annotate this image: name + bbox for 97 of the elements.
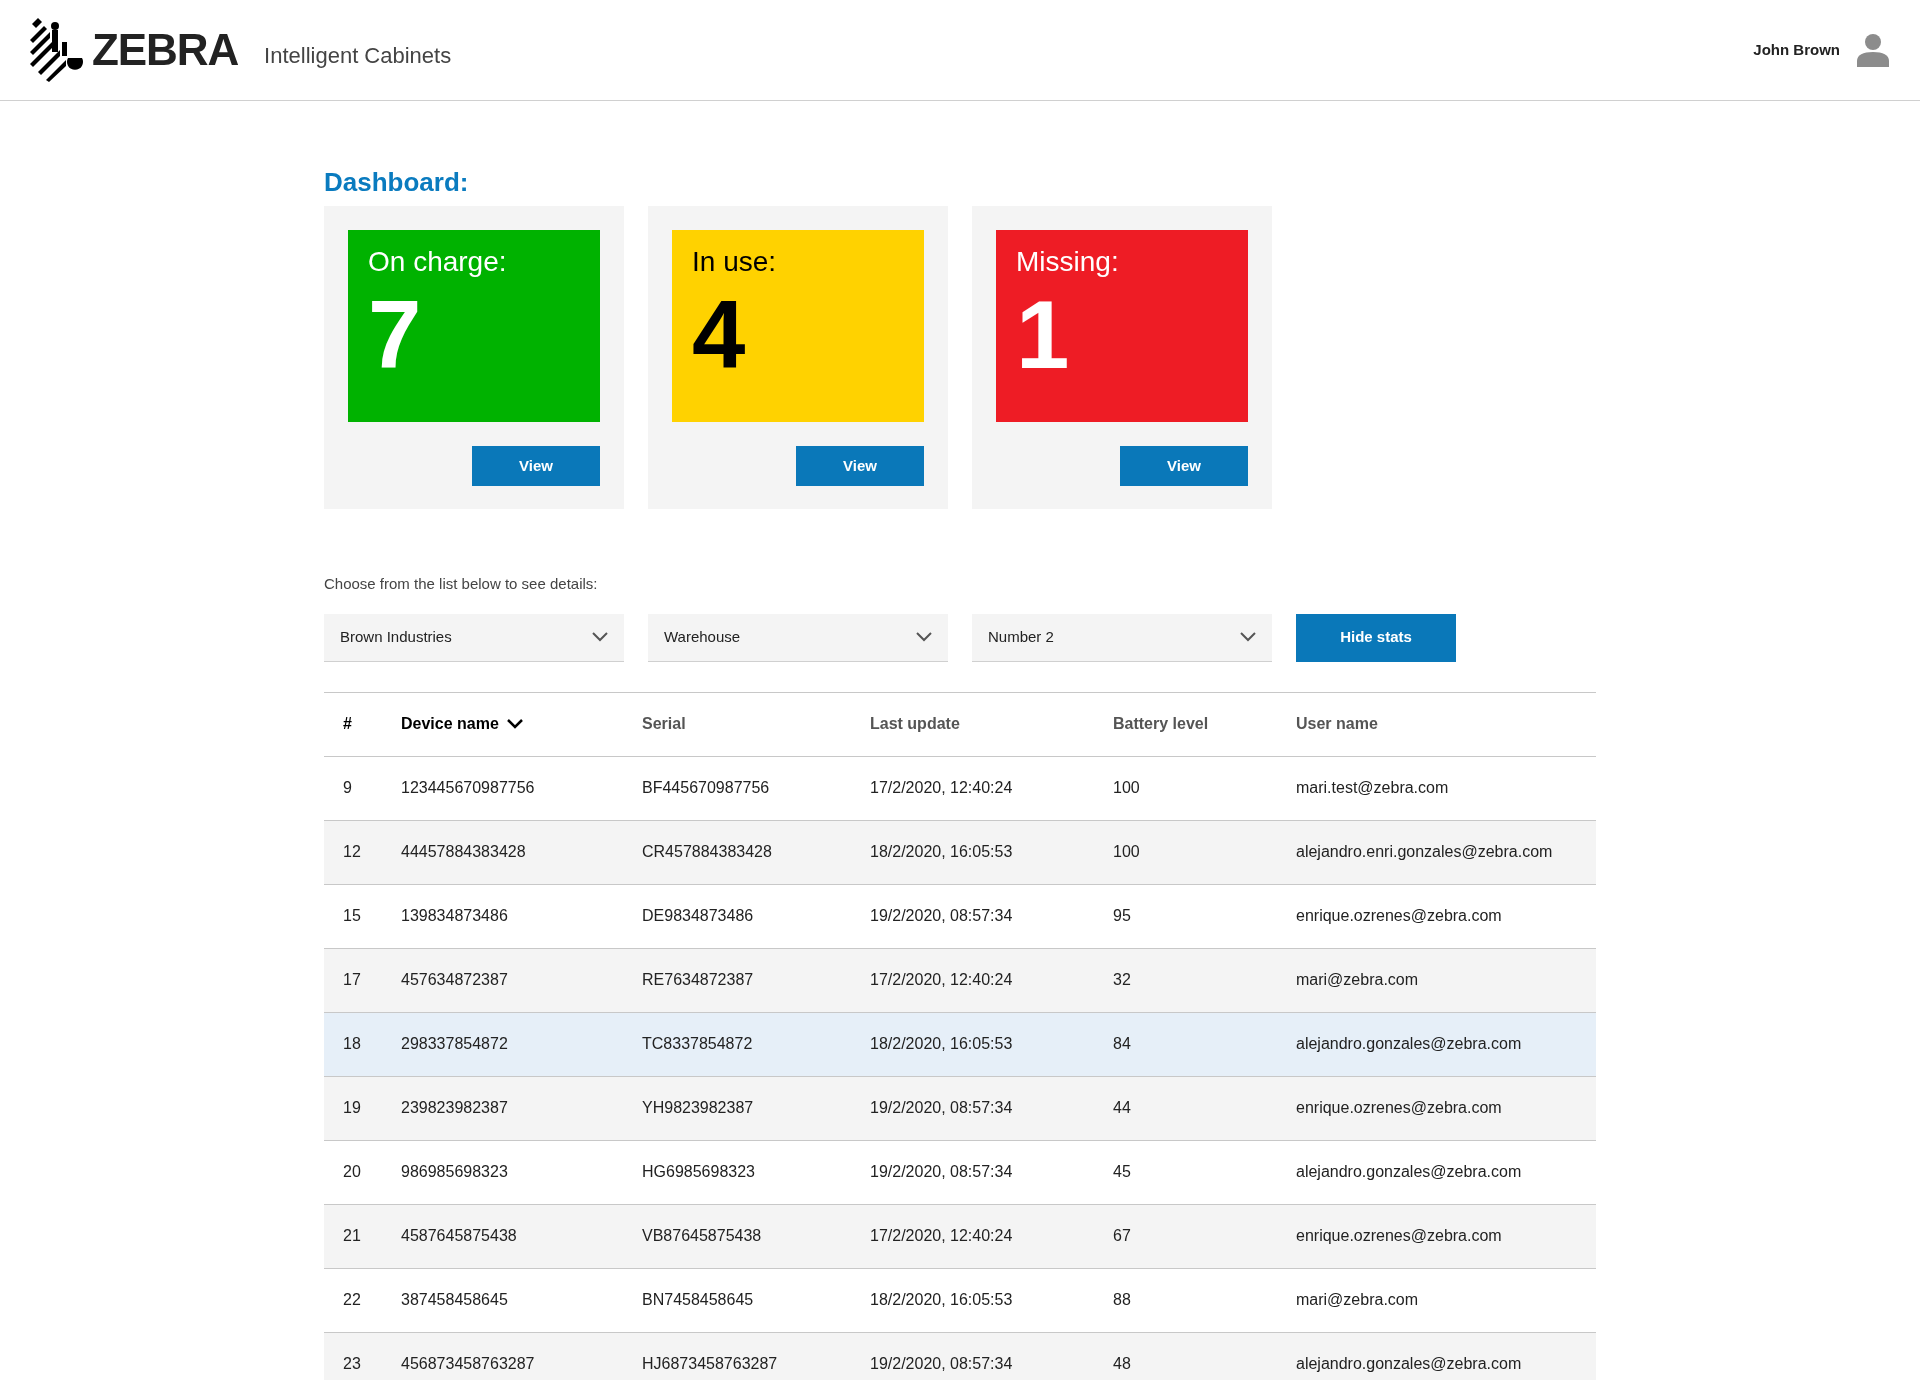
table-cell: TC8337854872 — [642, 1035, 753, 1052]
table-cell: 19/2/2020, 08:57:34 — [870, 1163, 1013, 1180]
hide-stats-button[interactable]: Hide stats — [1296, 613, 1456, 662]
table-cell: 239823982387 — [401, 1099, 508, 1116]
table-row[interactable]: 23 456873458763287 HJ6873458763287 19/2/2020, 08:57:34 48 alejandro.gonzales@zebra.com — [324, 1332, 1596, 1380]
table-cell: enrique.ozrenes@zebra.com — [1296, 907, 1502, 924]
table-row[interactable]: 17 457634872387 RE7634872387 17/2/2020, 12:40:24 32 mari@zebra.com — [324, 948, 1596, 1012]
user-avatar-icon[interactable] — [1856, 33, 1890, 67]
stat-count: 4 — [692, 287, 746, 383]
column-header[interactable]: # — [343, 712, 352, 736]
column-header[interactable]: Last update — [870, 712, 960, 736]
table-cell: 100 — [1113, 843, 1140, 860]
table-cell: HG6985698323 — [642, 1163, 755, 1180]
column-header[interactable]: Battery level — [1113, 712, 1209, 736]
table-cell: 48 — [1113, 1355, 1131, 1372]
table-cell: 84 — [1113, 1035, 1131, 1052]
table-cell: 387458458645 — [401, 1291, 508, 1308]
view-button[interactable]: View — [1120, 446, 1248, 486]
chevron-down-icon — [916, 632, 932, 642]
table-cell: alejandro.gonzales@zebra.com — [1296, 1163, 1522, 1180]
table-cell: HJ6873458763287 — [642, 1355, 778, 1372]
table-cell: 15 — [343, 907, 361, 924]
table-cell: CR457884383428 — [642, 843, 772, 860]
dropdown[interactable]: Brown Industries — [324, 613, 624, 662]
table-row[interactable]: 20 986985698323 HG6985698323 19/2/2020, 08:57:34 45 alejandro.gonzales@zebra.com — [324, 1140, 1596, 1204]
table-cell: 100 — [1113, 779, 1140, 796]
app-name: Intelligent Cabinets — [264, 41, 452, 70]
table-row[interactable]: 19 239823982387 YH9823982387 19/2/2020, 08:57:34 44 enrique.ozrenes@zebra.com — [324, 1076, 1596, 1140]
dropdown[interactable]: Number 2 — [972, 613, 1272, 662]
table-cell: 18/2/2020, 16:05:53 — [870, 1035, 1013, 1052]
table-cell: alejandro.gonzales@zebra.com — [1296, 1355, 1522, 1372]
table-cell: DE9834873486 — [642, 907, 754, 924]
table-cell: 456873458763287 — [401, 1355, 535, 1372]
table-row[interactable]: 21 4587645875438 VB87645875438 17/2/2020, 12:40:24 67 enrique.ozrenes@zebra.com — [324, 1204, 1596, 1268]
view-button[interactable]: View — [472, 446, 600, 486]
table-cell: mari@zebra.com — [1296, 1291, 1419, 1308]
table-cell: YH9823982387 — [642, 1099, 754, 1116]
table-cell: 298337854872 — [401, 1035, 508, 1052]
filter-hint: Choose from the list below to see details: — [324, 574, 599, 594]
table-cell: 4587645875438 — [401, 1227, 517, 1244]
table-cell: 19 — [343, 1099, 361, 1116]
table-cell: 457634872387 — [401, 971, 508, 988]
table-cell: 18/2/2020, 16:05:53 — [870, 843, 1013, 860]
table-cell: enrique.ozrenes@zebra.com — [1296, 1099, 1502, 1116]
table-cell: 19/2/2020, 08:57:34 — [870, 1355, 1013, 1372]
chevron-down-icon — [592, 632, 608, 642]
table-cell: 986985698323 — [401, 1163, 508, 1180]
table-cell: 123445670987756 — [401, 779, 535, 796]
table-cell: 17 — [343, 971, 361, 988]
table-cell: 12 — [343, 843, 361, 860]
brand-logo-text: ZEBRA — [92, 28, 239, 72]
table-cell: alejandro.enri.gonzales@zebra.com — [1296, 843, 1553, 860]
table-cell: 44457884383428 — [401, 843, 526, 860]
table-cell: BN7458458645 — [642, 1291, 754, 1308]
table-cell: 44 — [1113, 1099, 1131, 1116]
column-header[interactable]: Serial — [642, 712, 686, 736]
stat-label: Missing: — [1016, 245, 1119, 279]
table-cell: 18/2/2020, 16:05:53 — [870, 1291, 1013, 1308]
table-cell: 17/2/2020, 12:40:24 — [870, 971, 1013, 988]
table-row[interactable]: 22 387458458645 BN7458458645 18/2/2020, 16:05:53 88 mari@zebra.com — [324, 1268, 1596, 1332]
table-cell: 88 — [1113, 1291, 1131, 1308]
table-cell: 45 — [1113, 1163, 1131, 1180]
table-cell: 9 — [343, 779, 352, 796]
stat-label: In use: — [692, 245, 777, 279]
table-cell: mari.test@zebra.com — [1296, 779, 1449, 796]
table-cell: 17/2/2020, 12:40:24 — [870, 1227, 1013, 1244]
table-cell: alejandro.gonzales@zebra.com — [1296, 1035, 1522, 1052]
view-button[interactable]: View — [796, 446, 924, 486]
table-cell: 32 — [1113, 971, 1131, 988]
table-cell: mari@zebra.com — [1296, 971, 1419, 988]
table-cell: 17/2/2020, 12:40:24 — [870, 779, 1013, 796]
chevron-down-icon — [1240, 632, 1256, 642]
table-cell: 22 — [343, 1291, 361, 1308]
table-cell: RE7634872387 — [642, 971, 754, 988]
column-header[interactable]: User name — [1296, 712, 1378, 736]
table-cell: 139834873486 — [401, 907, 508, 924]
table-cell: 95 — [1113, 907, 1131, 924]
table-cell: 18 — [343, 1035, 361, 1052]
stat-count: 7 — [368, 287, 422, 383]
table-cell: VB87645875438 — [642, 1227, 762, 1244]
dashboard-title: Dashboard: — [324, 166, 470, 199]
table-row[interactable]: 15 139834873486 DE9834873486 19/2/2020, 08:57:34 95 enrique.ozrenes@zebra.com — [324, 884, 1596, 948]
table-cell: 23 — [343, 1355, 361, 1372]
dropdown[interactable]: Warehouse — [648, 613, 948, 662]
table-cell: 20 — [343, 1163, 361, 1180]
table-cell: 21 — [343, 1227, 361, 1244]
table-row[interactable]: 12 44457884383428 CR457884383428 18/2/2020, 16:05:53 100 alejandro.enri.gonzales@zebra.com — [324, 820, 1596, 884]
table-cell: 19/2/2020, 08:57:34 — [870, 1099, 1013, 1116]
table-cell: enrique.ozrenes@zebra.com — [1296, 1227, 1502, 1244]
stat-count: 1 — [1016, 287, 1070, 383]
column-header[interactable]: Device name — [401, 712, 523, 736]
table-cell: BF445670987756 — [642, 779, 770, 796]
user-name[interactable]: John Brown — [1753, 38, 1840, 62]
table-cell: 67 — [1113, 1227, 1131, 1244]
stat-label: On charge: — [368, 245, 507, 279]
table-row[interactable]: 9 123445670987756 BF445670987756 17/2/2020, 12:40:24 100 mari.test@zebra.com — [324, 756, 1596, 820]
table-cell: 19/2/2020, 08:57:34 — [870, 907, 1013, 924]
